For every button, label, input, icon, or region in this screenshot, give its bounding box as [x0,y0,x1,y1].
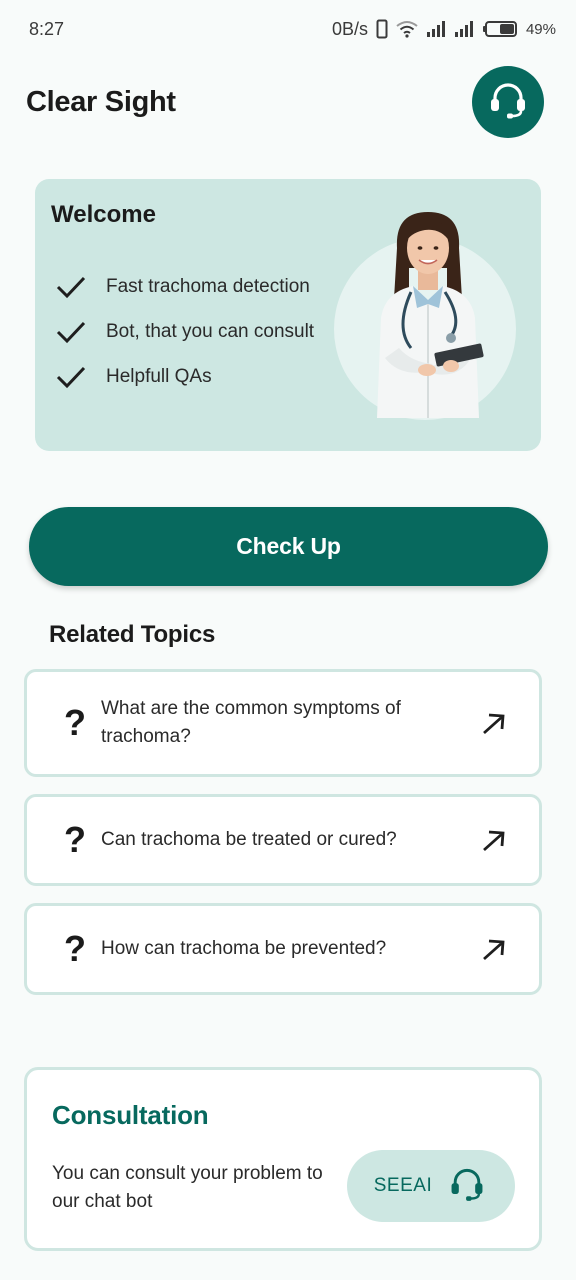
check-up-button[interactable]: Check Up [29,507,548,586]
topic-card[interactable]: ? What are the common symptoms of tracho… [24,669,542,777]
signal-icon [426,21,446,37]
arrow-up-right-icon [479,825,509,855]
headset-icon [486,78,530,127]
app-title: Clear Sight [26,85,176,118]
consultation-card: Consultation You can consult your proble… [24,1067,542,1251]
seeai-button[interactable]: SEEAI [347,1150,515,1222]
check-icon [55,316,87,348]
arrow-up-right-icon [479,708,509,738]
seeai-label: SEEAI [373,1175,433,1196]
feature-list: Fast trachoma detection Bot, that you ca… [55,264,314,399]
topic-card[interactable]: ? Can trachoma be treated or cured? [24,794,542,886]
topic-text: How can trachoma be prevented? [101,938,387,959]
question-icon: ? [64,819,86,860]
status-time: 8:27 [29,18,65,39]
check-icon [55,361,87,393]
signal-icon [454,21,474,37]
wifi-icon [396,20,418,38]
feature-item: Bot, that you can consult [55,309,314,354]
consultation-title: Consultation [52,1100,209,1130]
feature-label: Bot, that you can consult [106,320,315,342]
check-icon [55,271,87,303]
feature-label: Helpfull QAs [106,365,212,387]
related-topics-title: Related Topics [49,621,216,648]
consultation-description: You can consult your problem to our chat… [52,1163,323,1212]
feature-label: Fast trachoma detection [106,275,310,297]
topic-card[interactable]: ? How can trachoma be prevented? [24,903,542,995]
doctor-illustration [377,212,484,418]
headset-icon [446,1164,488,1209]
status-bar: 8:27 0B/s 49% [0,0,576,58]
vibrate-icon [376,19,388,39]
topic-text: Can trachoma be treated or cured? [101,829,397,850]
question-icon: ? [64,928,86,969]
status-indicators: 0B/s 49% [332,19,556,40]
feature-item: Fast trachoma detection [55,264,314,309]
network-speed: 0B/s [331,18,368,39]
app-header: Clear Sight [26,66,544,138]
support-button[interactable] [472,66,544,138]
arrow-up-right-icon [479,934,509,964]
welcome-title: Welcome [51,201,156,228]
feature-item: Helpfull QAs [55,354,314,399]
welcome-card: Welcome Fast trachoma detection Bot, tha… [35,179,541,451]
question-icon: ? [64,702,86,743]
battery-icon [482,20,518,38]
topic-text: What are the common symptoms of trachoma… [101,698,401,747]
battery-percent: 49% [525,20,556,38]
